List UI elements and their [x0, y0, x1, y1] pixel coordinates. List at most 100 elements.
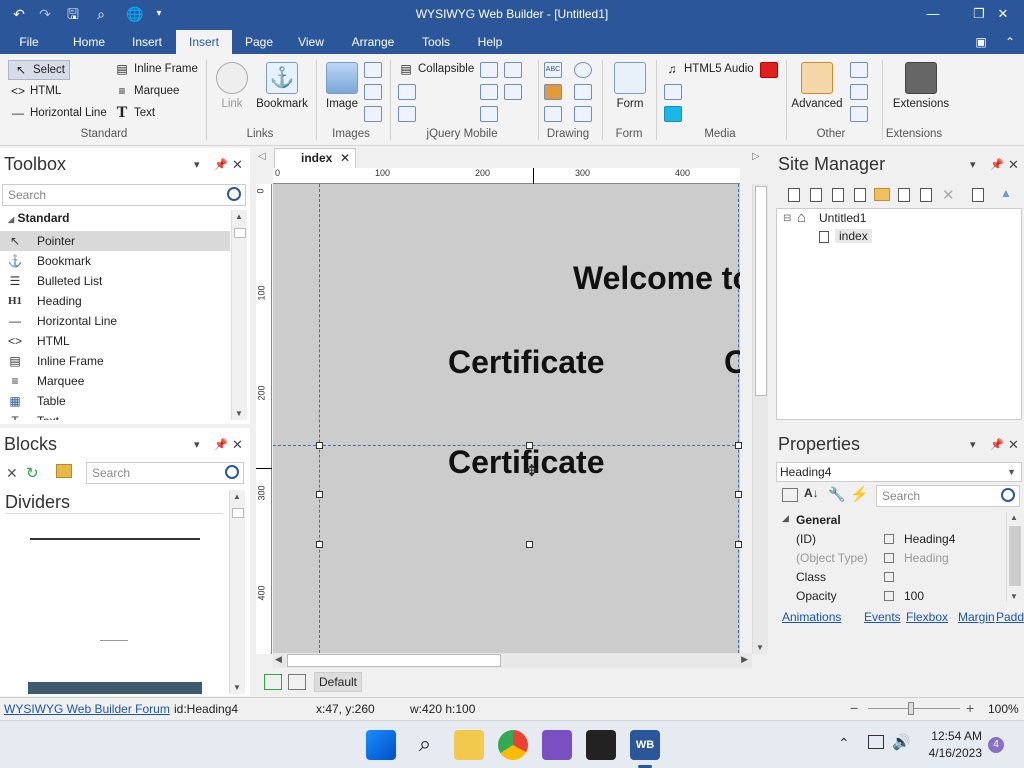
ribbon-collapse-icon[interactable]: ⌃: [1000, 30, 1020, 54]
scroll-up-icon[interactable]: ▲: [235, 212, 243, 221]
tab-scroll-right-icon[interactable]: ▷: [752, 151, 760, 162]
tab-insert-active[interactable]: Insert: [176, 30, 232, 54]
duplicate-page-icon[interactable]: [854, 188, 866, 202]
resize-handle[interactable]: [735, 442, 742, 449]
scroll-up-icon[interactable]: ▲: [1010, 513, 1018, 522]
file-explorer-icon[interactable]: [454, 730, 484, 760]
toolbox-item-bookmark[interactable]: ⚓ Bookmark: [0, 251, 230, 271]
property-checkbox[interactable]: [884, 553, 894, 563]
copy-page-icon[interactable]: [920, 188, 932, 202]
events-lightning-icon[interactable]: ⚡: [850, 485, 869, 503]
heading-certificate-2[interactable]: Ce: [724, 344, 740, 381]
link-padding[interactable]: Padding: [996, 610, 1024, 624]
jquery-footer-icon[interactable]: [480, 106, 498, 122]
rename-page-icon[interactable]: [898, 188, 910, 202]
toolbox-pin-icon[interactable]: 📌: [214, 158, 228, 171]
network-icon[interactable]: [868, 735, 884, 749]
properties-pin-icon[interactable]: 📌: [990, 438, 1004, 451]
photo-icon[interactable]: [364, 106, 382, 122]
tab-scroll-left-icon[interactable]: ◁: [258, 151, 266, 162]
close-button[interactable]: ✕: [980, 0, 1024, 30]
shapes-icon[interactable]: [544, 84, 562, 100]
heading-welcome[interactable]: Welcome to: [573, 260, 740, 297]
bookmark-button[interactable]: ⚓ Bookmark: [254, 62, 310, 110]
marquee-button[interactable]: ≡ Marquee: [114, 84, 179, 98]
blocks-search-input[interactable]: Search: [86, 462, 244, 484]
resize-handle[interactable]: [316, 442, 323, 449]
scroll-down-icon[interactable]: ▼: [756, 643, 764, 652]
page-properties-icon[interactable]: [832, 188, 844, 202]
property-row-object-type[interactable]: (Object Type) Heading: [778, 549, 1008, 568]
tab-home[interactable]: Home: [66, 30, 112, 54]
site-manager-dropdown-icon[interactable]: ▾: [970, 158, 976, 171]
vimeo-icon[interactable]: [664, 106, 682, 122]
delete-icon[interactable]: ✕: [6, 465, 18, 482]
tab-insert[interactable]: Insert: [124, 30, 170, 54]
toolbox-item-table[interactable]: ▦ Table: [0, 391, 230, 411]
scroll-down-icon[interactable]: ▼: [233, 683, 241, 692]
section-expand-icon[interactable]: ◢: [782, 513, 789, 524]
new-child-page-icon[interactable]: [810, 188, 822, 202]
toolbox-search-input[interactable]: Search: [2, 184, 246, 206]
line-icon[interactable]: [544, 106, 562, 122]
paypal-icon[interactable]: [850, 106, 868, 122]
blocks-close-icon[interactable]: ✕: [232, 437, 243, 453]
site-manager-pin-icon[interactable]: 📌: [990, 158, 1004, 171]
resize-handle[interactable]: [526, 541, 533, 548]
minimize-button[interactable]: —: [910, 0, 956, 30]
toolbox-item-text[interactable]: T Text: [0, 411, 230, 420]
toolbox-category[interactable]: ◢ Standard: [8, 211, 70, 225]
zoom-out-icon[interactable]: −: [850, 700, 858, 716]
image-button[interactable]: Image: [322, 62, 362, 110]
forum-link[interactable]: WYSIWYG Web Builder Forum: [4, 702, 170, 716]
scroll-thumb[interactable]: [234, 228, 246, 238]
property-row-opacity[interactable]: Opacity 100: [778, 587, 1008, 606]
scroll-thumb[interactable]: [232, 508, 244, 518]
property-row-id[interactable]: (ID) Heading4: [778, 530, 1008, 549]
new-page-icon[interactable]: [788, 188, 800, 202]
refresh-icon[interactable]: ↻: [26, 464, 39, 482]
jquery-menu-icon[interactable]: [480, 62, 498, 78]
tab-tools[interactable]: Tools: [414, 30, 458, 54]
menu-bar-icon[interactable]: [850, 84, 868, 100]
clock-time[interactable]: 12:54 AM: [910, 729, 982, 743]
link-button[interactable]: Link: [214, 62, 250, 110]
tab-help[interactable]: Help: [470, 30, 510, 54]
tab-file[interactable]: File: [8, 30, 50, 54]
folder-icon[interactable]: [56, 464, 72, 478]
link-flexbox[interactable]: Flexbox: [906, 610, 948, 624]
font-icon[interactable]: [574, 106, 592, 122]
toolbox-item-html[interactable]: <> HTML: [0, 331, 230, 351]
properties-dropdown-icon[interactable]: ▾: [970, 438, 976, 451]
wysiwyg-web-builder-icon[interactable]: WB: [630, 730, 660, 760]
property-checkbox[interactable]: [884, 572, 894, 582]
scroll-thumb[interactable]: [755, 186, 767, 396]
jquery-list-icon[interactable]: [398, 84, 416, 100]
property-checkbox[interactable]: [884, 534, 894, 544]
link-margin[interactable]: Margin: [958, 610, 995, 624]
design-canvas[interactable]: Welcome to Certificate Ce Certificate ✥: [273, 184, 742, 653]
tab-arrange[interactable]: Arrange: [344, 30, 402, 54]
horizontal-line-button[interactable]: — Horizontal Line: [10, 106, 107, 120]
object-selector-dropdown[interactable]: Heading4 ▼: [776, 462, 1022, 482]
move-up-icon[interactable]: ▲: [1000, 186, 1012, 200]
lock-icon[interactable]: [850, 62, 868, 78]
zoom-in-icon[interactable]: +: [966, 700, 974, 716]
scroll-left-icon[interactable]: ◀: [275, 654, 282, 665]
property-value[interactable]: Heading4: [904, 530, 955, 549]
divider-preview-bar[interactable]: [28, 682, 202, 694]
emoji-icon[interactable]: [574, 62, 592, 78]
scroll-up-icon[interactable]: ▲: [233, 492, 241, 501]
toolbox-item-bulleted-list[interactable]: ☰ Bulleted List: [0, 271, 230, 291]
blocks-dropdown-icon[interactable]: ▾: [194, 438, 200, 451]
advanced-button[interactable]: Advanced: [790, 62, 844, 110]
gallery-icon[interactable]: [364, 62, 382, 78]
jquery-panel-icon[interactable]: [398, 106, 416, 122]
resize-handle[interactable]: [735, 541, 742, 548]
layer-tab-default[interactable]: Default: [314, 672, 362, 692]
search-icon[interactable]: ⌕: [410, 730, 440, 760]
resize-handle[interactable]: [316, 491, 323, 498]
page-settings-icon[interactable]: [288, 674, 306, 690]
chrome-icon[interactable]: [498, 730, 528, 760]
properties-close-icon[interactable]: ✕: [1008, 437, 1019, 453]
